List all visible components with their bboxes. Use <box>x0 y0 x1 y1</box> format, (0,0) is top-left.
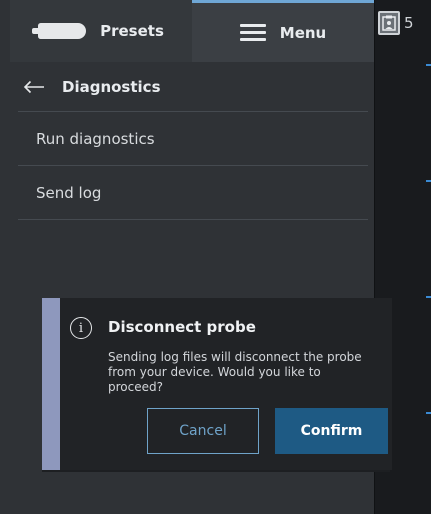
scale-tick <box>426 64 431 66</box>
menu-item-label: Send log <box>36 184 102 202</box>
menu-icon <box>239 24 266 41</box>
dialog-accent-bar <box>42 298 60 470</box>
section-header: Diagnostics <box>10 62 374 112</box>
divider <box>18 219 368 220</box>
dialog-title: Disconnect probe <box>108 318 256 336</box>
scale-tick <box>426 412 431 414</box>
info-icon: i <box>70 317 92 339</box>
patient-indicator[interactable]: 5 <box>378 8 414 38</box>
cancel-button[interactable]: Cancel <box>147 408 259 454</box>
back-button[interactable] <box>10 62 58 112</box>
patient-count: 5 <box>404 14 414 32</box>
scale-tick <box>426 296 431 298</box>
dialog-message: Sending log files will disconnect the pr… <box>108 350 362 394</box>
menu-item-run-diagnostics[interactable]: Run diagnostics <box>10 112 374 166</box>
tab-menu-label: Menu <box>279 23 327 42</box>
tab-menu[interactable]: Menu <box>192 0 374 62</box>
tab-presets-label: Presets <box>100 22 164 40</box>
probe-icon <box>32 23 87 39</box>
scale-tick <box>426 180 431 182</box>
tab-bar: Presets Menu <box>10 0 374 62</box>
menu-item-send-log[interactable]: Send log <box>10 166 374 220</box>
confirm-button[interactable]: Confirm <box>275 408 388 454</box>
tab-presets[interactable]: Presets <box>10 0 192 62</box>
menu-item-label: Run diagnostics <box>36 130 155 148</box>
disconnect-dialog: i Disconnect probe Sending log files wil… <box>42 298 392 470</box>
back-arrow-icon <box>23 80 44 94</box>
clipboard-icon <box>378 11 400 35</box>
page-title: Diagnostics <box>62 78 161 96</box>
